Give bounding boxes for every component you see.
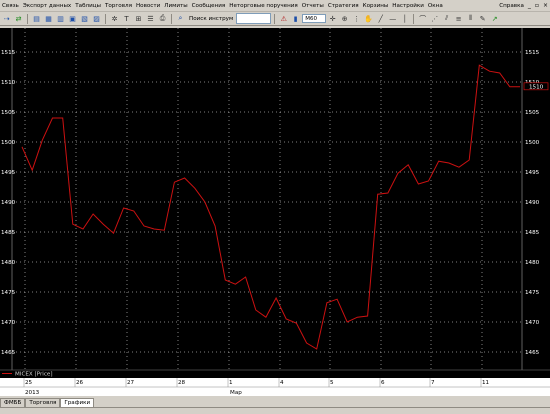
crosshair-icon[interactable]: ✛ [327, 13, 338, 24]
portfolio-icon[interactable]: ▧ [79, 13, 90, 24]
search-icon[interactable]: ⌕ [175, 13, 186, 24]
tab-fmbb[interactable]: ФМББ [0, 398, 25, 407]
menu-item-nontrade-orders[interactable]: Неторговые поручения [227, 3, 300, 9]
connect-icon[interactable]: ⇢ [1, 13, 12, 24]
search-input[interactable] [236, 13, 271, 24]
hand-icon[interactable]: ✋ [363, 13, 374, 24]
y-tick-label-left: 1500 [1, 140, 16, 146]
menu-item-messages[interactable]: Сообщения [190, 3, 228, 9]
x-tick-label: 7 [431, 380, 435, 386]
y-tick-label-right: 1500 [525, 140, 540, 146]
grid-icon[interactable]: ⦀ [465, 13, 476, 24]
minimize-button[interactable]: _ [526, 2, 533, 9]
alert-icon[interactable]: ⚠ [278, 13, 289, 24]
menu-item-limits[interactable]: Лимиты [162, 3, 189, 9]
chart-window[interactable]: 1515 1515 1510 1510 1505 1505 1500 1500 1495 1495… [0, 28, 550, 396]
y-tick-label-right: 1515 [525, 50, 540, 56]
zoom-icon[interactable]: ⊕ [339, 13, 350, 24]
print-icon[interactable]: ⎙ [157, 13, 168, 24]
price-chart[interactable]: 1515 1515 1510 1510 1505 1505 1500 1500 1495 1495… [0, 28, 550, 396]
text-tool-icon[interactable]: T [121, 13, 132, 24]
y-tick-label-left: 1515 [1, 50, 16, 56]
y-tick-label-right: 1475 [525, 290, 540, 296]
menu-item-windows[interactable]: Окна [426, 3, 445, 9]
restore-button[interactable]: ▫ [533, 2, 541, 9]
x-tick-label: 25 [25, 380, 33, 386]
last-value-label: 1510 [529, 85, 544, 91]
channel-icon[interactable]: ⫽ [441, 13, 452, 24]
menu-item-news[interactable]: Новости [134, 3, 162, 9]
legend-label: MICEX [Price] [15, 372, 53, 378]
toolbar-separator [274, 14, 275, 24]
fibonacci-icon[interactable]: ≡ [453, 13, 464, 24]
x-tick-label: 11 [482, 380, 490, 386]
orders-icon[interactable]: ▥ [55, 13, 66, 24]
y-tick-label-left: 1470 [1, 320, 16, 326]
menu-item-export[interactable]: Экспорт данных [21, 3, 73, 9]
y-tick-label-left: 1475 [1, 290, 16, 296]
horizontal-line-icon[interactable]: — [387, 13, 398, 24]
menu-item-tables[interactable]: Таблицы [73, 3, 103, 9]
window-tabs: ФМББ Торговля Графики [0, 397, 550, 407]
y-tick-label-left: 1480 [1, 260, 16, 266]
x-tick-label: 28 [178, 380, 186, 386]
y-tick-label-right: 1485 [525, 230, 540, 236]
x-tick-label: 4 [280, 380, 284, 386]
y-tick-label-left: 1490 [1, 200, 16, 206]
menu-item-help[interactable]: Справка [497, 3, 526, 9]
chart-icon[interactable]: ⊞ [133, 13, 144, 24]
y-tick-label-left: 1510 [1, 80, 16, 86]
search-label: Поиск инструм [189, 16, 233, 22]
toolbar: ⇢ ⇄ ▤ ▦ ▥ ▣ ▧ ▨ ✲ T ⊞ ☰ ⎙ ⌕ Поиск инстру… [0, 12, 550, 26]
year-label: 2013 [25, 390, 40, 396]
arc-icon[interactable]: ⌒ [417, 13, 428, 24]
cursor-icon[interactable]: ⋮ [351, 13, 362, 24]
quotes-icon[interactable]: ▦ [43, 13, 54, 24]
table-icon[interactable]: ▤ [31, 13, 42, 24]
menu-item-strategy[interactable]: Стратегия [326, 3, 361, 9]
x-tick-label: 27 [127, 380, 135, 386]
y-tick-label-right: 1480 [525, 260, 540, 266]
month-label: Мар [230, 390, 242, 396]
menu-item-reports[interactable]: Отчеты [300, 3, 326, 9]
trendline-icon[interactable]: ╱ [375, 13, 386, 24]
disconnect-icon[interactable]: ⇄ [13, 13, 24, 24]
toolbar-separator [27, 14, 28, 24]
toolbar-separator [413, 14, 414, 24]
y-tick-label-left: 1465 [1, 350, 16, 356]
menu-item-svyaz[interactable]: Связь [0, 3, 21, 9]
y-tick-label-left: 1495 [1, 170, 16, 176]
y-tick-label-left: 1505 [1, 110, 16, 116]
menu-item-trading[interactable]: Торговля [103, 3, 134, 9]
y-tick-label-left: 1485 [1, 230, 16, 236]
x-tick-label: 6 [381, 380, 385, 386]
timeframe-select[interactable]: M60 [302, 14, 326, 23]
y-tick-label-right: 1470 [525, 320, 540, 326]
tab-charts[interactable]: Графики [60, 398, 94, 407]
toolbar-separator [171, 14, 172, 24]
toolbar-separator [105, 14, 106, 24]
x-tick-label: 26 [76, 380, 84, 386]
y-tick-label-right: 1505 [525, 110, 540, 116]
news-icon[interactable]: ☰ [145, 13, 156, 24]
vertical-line-icon[interactable]: │ [399, 13, 410, 24]
menu-item-baskets[interactable]: Корзины [361, 3, 391, 9]
menu-bar: Связь Экспорт данных Таблицы Торговля Но… [0, 0, 550, 12]
x-tick-label: 5 [330, 380, 334, 386]
close-button[interactable]: × [541, 2, 550, 9]
menu-item-settings[interactable]: Настройки [390, 3, 426, 9]
indicator-icon[interactable]: ↗ [489, 13, 500, 24]
pencil-icon[interactable]: ✎ [477, 13, 488, 24]
y-tick-label-right: 1465 [525, 350, 540, 356]
y-tick-label-right: 1490 [525, 200, 540, 206]
positions-icon[interactable]: ▨ [91, 13, 102, 24]
tab-trading[interactable]: Торговля [25, 398, 60, 407]
x-tick-label: 1 [229, 380, 233, 386]
chart-background [0, 28, 550, 396]
trades-icon[interactable]: ▣ [67, 13, 78, 24]
fan-icon[interactable]: ⋰ [429, 13, 440, 24]
gear-icon[interactable]: ✲ [109, 13, 120, 24]
y-tick-label-right: 1495 [525, 170, 540, 176]
bar-chart-icon[interactable]: ▮ [290, 13, 301, 24]
